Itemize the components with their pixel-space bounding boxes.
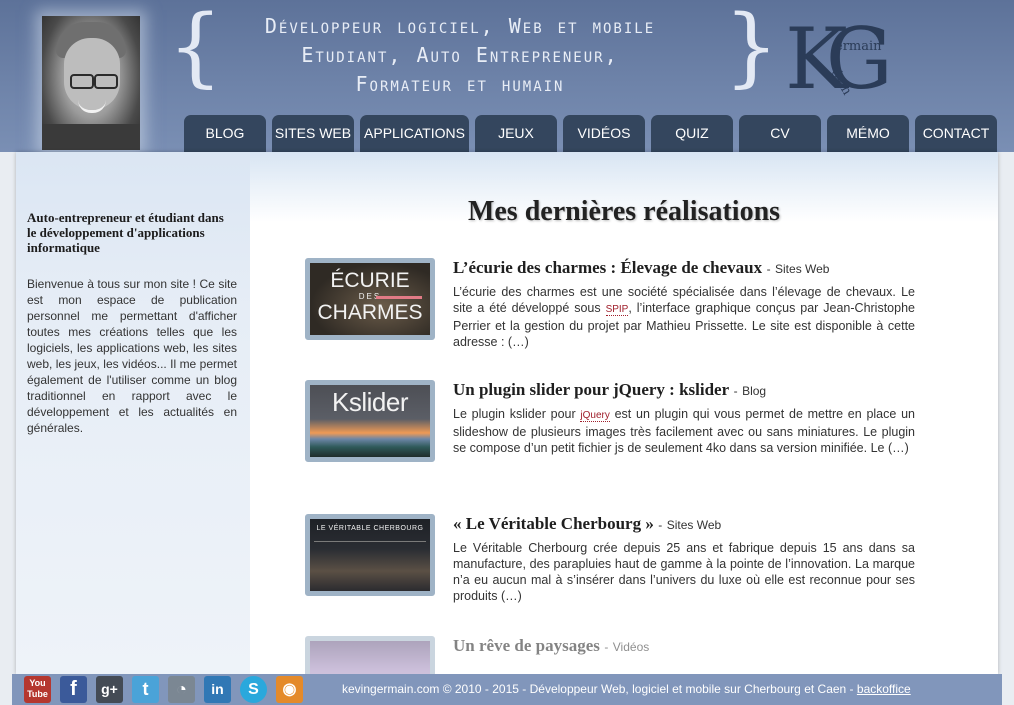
site-logo[interactable]: KG ermain évin: [785, 10, 890, 98]
facebook-icon-label: f: [70, 678, 77, 700]
article-separator: -: [604, 640, 609, 654]
article-header: Un rêve de paysages - Vidéos: [453, 636, 915, 656]
article-category-link[interactable]: Sites Web: [775, 262, 829, 276]
nav-tab-memo[interactable]: Mémo: [827, 115, 909, 152]
article-header: L’écurie des charmes : Élevage de chevau…: [453, 258, 915, 278]
thumbnail-caption: LE VÉRITABLE CHERBOURG: [316, 525, 424, 532]
nav-tab-quiz[interactable]: Quiz: [651, 115, 733, 152]
article-separator: -: [766, 262, 771, 276]
sidebar-title: Auto-entrepreneur et étudiant dans le dé…: [27, 210, 224, 255]
google-plus-icon[interactable]: g+: [96, 676, 123, 703]
twitter-icon-label: t: [142, 679, 149, 699]
article-header: « Le Véritable Cherbourg » - Sites Web: [453, 514, 915, 534]
right-brace-ornament: }: [724, 0, 779, 97]
article-title-link[interactable]: Un rêve de paysages: [453, 636, 600, 655]
tagline-line: Formateur et humain: [355, 72, 565, 96]
skype-icon-label: S: [248, 681, 259, 698]
tagline-line: Etudiant, Auto Entrepreneur,: [301, 43, 619, 67]
facebook-icon[interactable]: f: [60, 676, 87, 703]
article-thumbnail[interactable]: [305, 636, 435, 674]
read-more-link[interactable]: (…): [501, 589, 522, 603]
read-more-link[interactable]: (…): [508, 335, 529, 349]
youtube-icon-label: You Tube: [27, 678, 48, 699]
article-separator: -: [733, 384, 738, 398]
site-header: { Développeur logiciel, Web et mobile Et…: [0, 0, 1014, 152]
nav-tab-jeux[interactable]: Jeux: [475, 115, 557, 152]
article-excerpt: Le plugin kslider pour jQuery est un plu…: [453, 406, 915, 456]
copyright-text: kevingermain.com © 2010 - 2015 - Dévelop…: [342, 682, 854, 696]
article-thumbnail[interactable]: LE VÉRITABLE CHERBOURG: [305, 514, 435, 596]
main-content: Mes dernières réalisations ÉCURIE DES CH…: [250, 152, 998, 674]
article-title-link[interactable]: « Le Véritable Cherbourg »: [453, 514, 654, 533]
logo-letters-top: ermain: [835, 39, 882, 54]
article-thumbnail[interactable]: Kslider: [305, 380, 435, 462]
article-category-link[interactable]: Blog: [742, 384, 766, 398]
excerpt-text: Le Véritable Cherbourg crée depuis 25 an…: [453, 541, 915, 603]
article-title-link[interactable]: Un plugin slider pour jQuery : kslider: [453, 380, 729, 399]
article-category-link[interactable]: Sites Web: [667, 518, 721, 532]
article-title-link[interactable]: L’écurie des charmes : Élevage de chevau…: [453, 258, 762, 277]
linkedin-icon[interactable]: in: [204, 676, 231, 703]
sidebar-intro-text: Bienvenue à tous sur mon site ! Ce site …: [27, 277, 237, 435]
excerpt-text: Le plugin kslider pour: [453, 407, 576, 421]
article-thumbnail[interactable]: ÉCURIE DES CHARMES: [305, 258, 435, 340]
read-more-link[interactable]: (…): [888, 441, 909, 455]
site-tagline: Développeur logiciel, Web et mobile Etud…: [200, 12, 720, 99]
article-header: Un plugin slider pour jQuery : kslider -…: [453, 380, 915, 400]
page-title: Mes dernières réalisations: [467, 196, 781, 227]
youtube-icon[interactable]: You Tube: [24, 676, 51, 703]
avatar: [42, 16, 140, 150]
rss-icon-label: ◉: [282, 681, 297, 698]
skype-icon[interactable]: S: [240, 676, 267, 703]
page-container: Auto-entrepreneur et étudiant dans le dé…: [16, 152, 998, 674]
nav-tab-videos[interactable]: Vidéos: [563, 115, 645, 152]
nav-tab-sites-web[interactable]: Sites Web: [272, 115, 354, 152]
article-category-link[interactable]: Vidéos: [613, 640, 649, 654]
thumbnail-caption: CHARMES: [317, 301, 423, 324]
nav-tab-cv[interactable]: CV: [739, 115, 821, 152]
nav-tab-applications[interactable]: Applications: [360, 115, 469, 152]
article-excerpt: L’écurie des charmes est une société spé…: [453, 284, 915, 350]
nav-tab-blog[interactable]: Blog: [184, 115, 266, 152]
glossary-term[interactable]: SPIP: [605, 304, 629, 316]
rss-icon[interactable]: ◉: [276, 676, 303, 703]
article-excerpt: Le Véritable Cherbourg crée depuis 25 an…: [453, 540, 915, 604]
glossary-term[interactable]: jQuery: [580, 410, 610, 422]
site-footer: You Tube f g+ t ◔ in S ◉ kevingermain.co…: [12, 674, 1002, 705]
twitter-icon[interactable]: t: [132, 676, 159, 703]
article-separator: -: [658, 518, 663, 532]
sidebar: Auto-entrepreneur et étudiant dans le dé…: [16, 152, 250, 674]
nav-tab-contact[interactable]: Contact: [915, 115, 997, 152]
viadeo-icon-label: ◔: [176, 679, 187, 699]
thumbnail-caption: ÉCURIE: [330, 269, 410, 292]
linkedin-icon-label: in: [211, 681, 224, 697]
footer-copyright: kevingermain.com © 2010 - 2015 - Dévelop…: [342, 674, 962, 705]
google-plus-icon-label: g+: [101, 681, 118, 697]
tagline-line: Développeur logiciel, Web et mobile: [264, 14, 656, 38]
viadeo-icon[interactable]: ◔: [168, 676, 195, 703]
thumbnail-caption: Kslider: [332, 387, 408, 417]
backoffice-link[interactable]: backoffice: [857, 682, 911, 696]
